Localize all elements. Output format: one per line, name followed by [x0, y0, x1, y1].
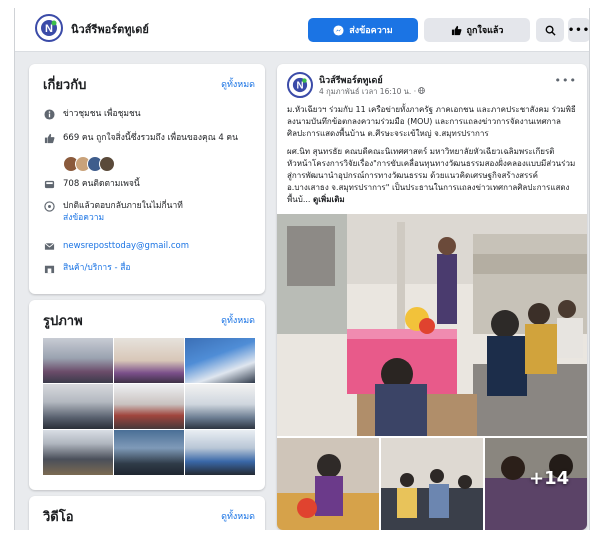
photo-thumbnail[interactable] — [114, 384, 184, 429]
about-products-row: สินค้า/บริการ - สื่อ — [43, 262, 131, 274]
svg-text:N: N — [296, 81, 303, 92]
about-category-row: ข่าวชุมชน เพื่อชุมชน — [43, 108, 141, 120]
about-email-link[interactable]: newsreposttoday@gmail.com — [63, 240, 189, 252]
post-main-photo[interactable] — [277, 214, 587, 436]
photo-thumbnail[interactable] — [114, 430, 184, 475]
about-likes-row: 669 คน ถูกใจสิ่งนี้ซึ่งรวมถึง เพื่อนของค… — [43, 132, 238, 144]
about-response-row: ปกติแล้วตอบกลับภายในไม่กี่นาที ส่งข้อควา… — [43, 200, 183, 224]
photo-grid — [43, 338, 255, 475]
send-message-label: ส่งข้อความ — [349, 26, 393, 36]
page-logo-icon: N — [41, 20, 57, 36]
about-email-row: newsreposttoday@gmail.com — [43, 240, 189, 252]
videos-card: วิดีโอ ดูทั้งหมด — [29, 496, 265, 530]
liked-label: ถูกใจแล้ว — [466, 26, 504, 36]
followers-icon — [43, 178, 55, 190]
search-icon — [545, 25, 556, 36]
send-message-button[interactable]: ส่งข้อความ — [308, 18, 418, 42]
photo-thumbnail[interactable] — [185, 338, 255, 383]
friend-avatars[interactable] — [63, 156, 115, 172]
info-icon — [43, 108, 55, 120]
post-author-name[interactable]: นิวส์รีพอร์ตทูเดย์ — [319, 73, 383, 87]
photo-thumbnail[interactable] — [114, 338, 184, 383]
about-response-text: ปกติแล้วตอบกลับภายในไม่กี่นาที — [63, 201, 183, 211]
about-response: ปกติแล้วตอบกลับภายในไม่กี่นาที ส่งข้อควา… — [63, 200, 183, 224]
page-logo[interactable]: N — [35, 14, 63, 42]
about-title: เกี่ยวกับ — [43, 78, 87, 93]
post-paragraph-1: ม.หัวเฉียวฯ ร่วมกับ 11 เครือข่ายทั้งภาคร… — [287, 105, 576, 138]
post-photo-row: +14 — [277, 438, 587, 530]
thumbs-up-icon — [451, 25, 461, 35]
photo-thumbnail[interactable] — [43, 430, 113, 475]
photo-thumbnail[interactable] — [43, 338, 113, 383]
more-options-button[interactable]: ••• — [567, 18, 590, 42]
svg-text:N: N — [45, 23, 53, 35]
avatar[interactable] — [99, 156, 115, 172]
globe-icon — [418, 87, 426, 94]
post-options-icon[interactable]: ••• — [555, 74, 577, 87]
more-photos-count[interactable]: +14 — [529, 468, 569, 489]
photos-see-all-link[interactable]: ดูทั้งหมด — [221, 313, 255, 327]
post-time-text: 4 กุมภาพันธ์ เวลา 16:10 น. · — [319, 87, 419, 96]
page-logo-icon: N — [292, 77, 308, 93]
about-category: ข่าวชุมชน เพื่อชุมชน — [63, 109, 141, 119]
envelope-icon — [43, 240, 55, 252]
feed-post: N นิวส์รีพอร์ตทูเดย์ 4 กุมภาพันธ์ เวลา 1… — [277, 64, 587, 530]
see-more-link[interactable]: ดูเพิ่มเติม — [313, 195, 345, 204]
photo-thumbnail[interactable] — [185, 384, 255, 429]
about-likes: 669 คน ถูกใจสิ่งนี้ซึ่งรวมถึง เพื่อนของค… — [63, 133, 238, 143]
about-products-link[interactable]: สินค้า/บริการ - สื่อ — [63, 262, 131, 274]
page-name[interactable]: นิวส์รีพอร์ตทูเดย์ — [71, 20, 149, 38]
post-paragraph-2: ผศ.นิท สุนทรธัย คณบดีคณะนิเทศศาสตร์ มหาว… — [287, 146, 579, 206]
photos-title: รูปภาพ — [43, 314, 83, 329]
photo-thumbnail[interactable] — [185, 430, 255, 475]
browser-frame: N นิวส์รีพอร์ตทูเดย์ ส่งข้อความ ถูกใจแล้… — [14, 8, 590, 530]
shop-icon — [43, 262, 55, 274]
about-followers: 708 คนติดตามเพจนี้ — [63, 179, 140, 189]
about-followers-row: 708 คนติดตามเพจนี้ — [43, 178, 140, 190]
videos-title: วิดีโอ — [43, 510, 74, 525]
page-header: N นิวส์รีพอร์ตทูเดย์ ส่งข้อความ ถูกใจแล้… — [15, 8, 590, 52]
about-see-all-link[interactable]: ดูทั้งหมด — [221, 77, 255, 91]
photo-thumbnail[interactable] — [43, 384, 113, 429]
post-author-avatar[interactable]: N — [287, 72, 313, 98]
photos-card: รูปภาพ ดูทั้งหมด — [29, 300, 265, 490]
response-time-icon — [43, 200, 55, 212]
event-photo-image — [277, 214, 587, 436]
about-card: เกี่ยวกับ ดูทั้งหมด ข่าวชุมชน เพื่อชุมชน… — [29, 64, 265, 294]
about-response-message-link[interactable]: ส่งข้อความ — [63, 213, 104, 223]
thumbs-up-icon — [43, 132, 55, 144]
videos-see-all-link[interactable]: ดูทั้งหมด — [221, 509, 255, 523]
messenger-icon — [333, 24, 344, 36]
more-dots-icon: ••• — [567, 24, 590, 36]
search-button[interactable] — [536, 18, 564, 42]
liked-button[interactable]: ถูกใจแล้ว — [424, 18, 530, 42]
post-timestamp[interactable]: 4 กุมภาพันธ์ เวลา 16:10 น. · — [319, 86, 426, 98]
